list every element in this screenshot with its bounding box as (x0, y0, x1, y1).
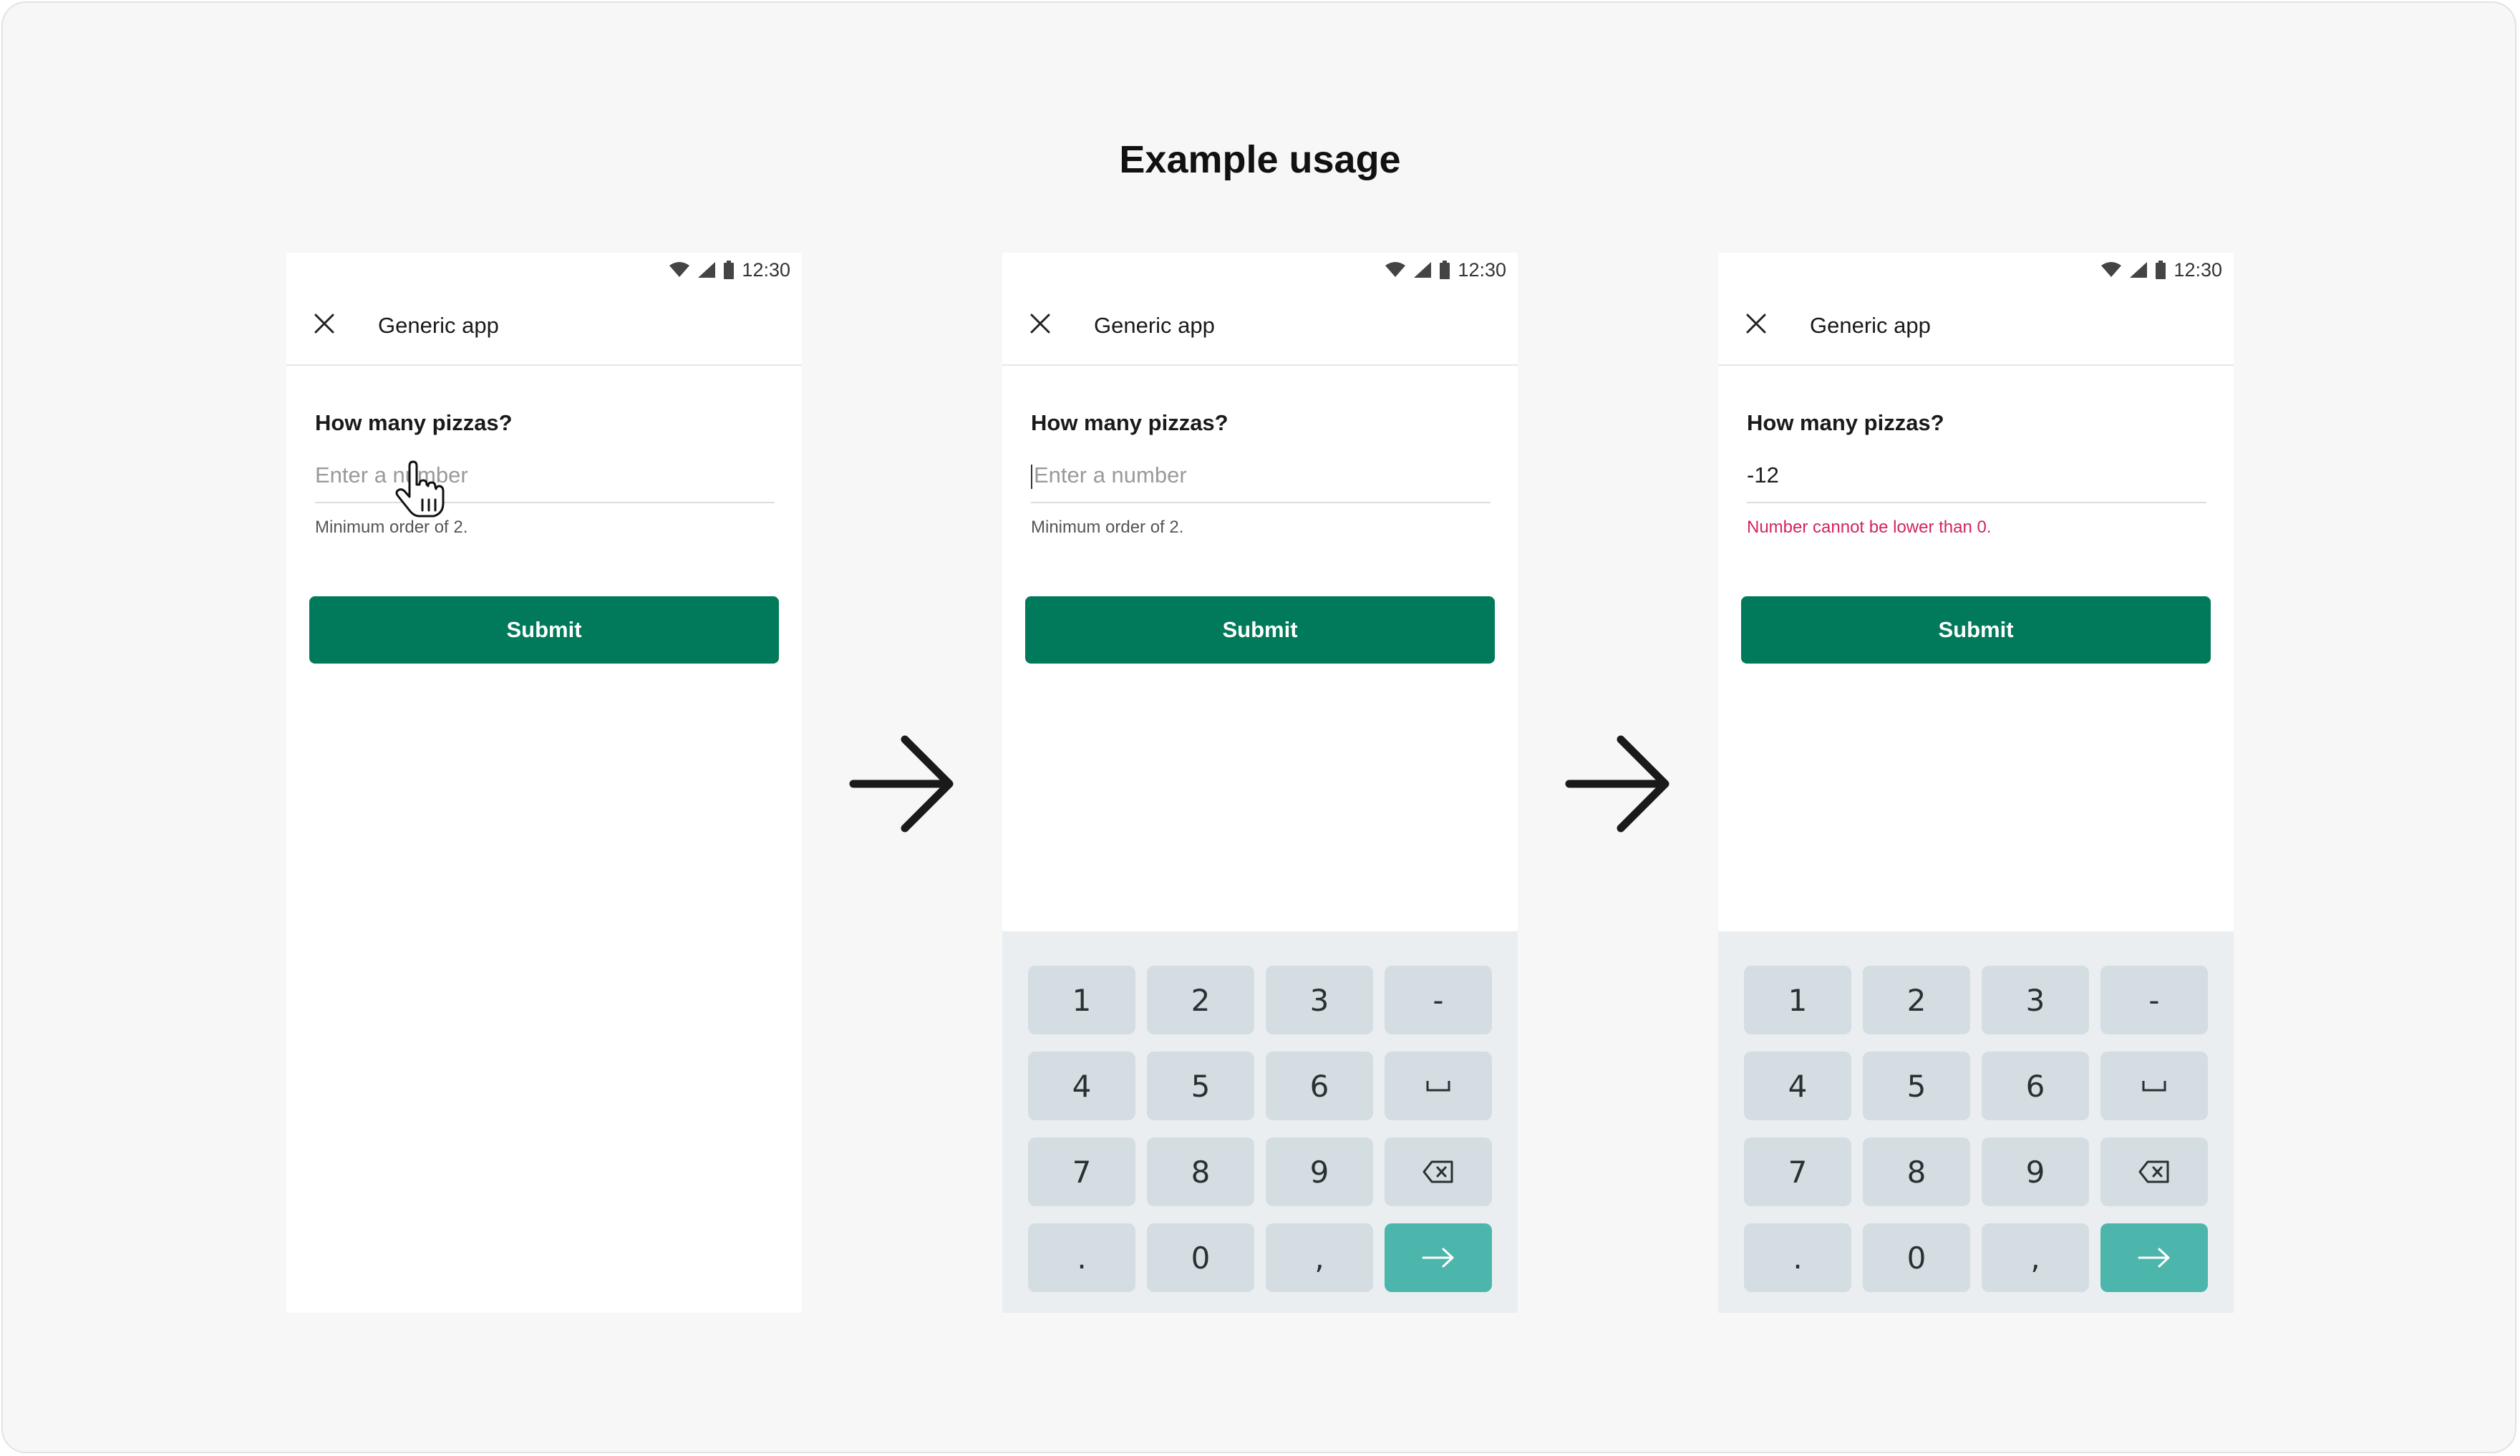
battery-icon (2156, 261, 2166, 279)
battery-icon (724, 261, 735, 279)
key-comma[interactable]: , (1266, 1223, 1373, 1292)
key-0[interactable]: 0 (1147, 1223, 1254, 1292)
app-title: Generic app (1810, 313, 1931, 338)
key-minus[interactable]: - (2100, 966, 2208, 1034)
key-5[interactable]: 5 (1863, 1052, 1970, 1120)
phone-screen-2: 12:30 Generic app How many pizzas? Enter… (1002, 253, 1518, 1313)
space-icon (1426, 1081, 1450, 1092)
helper-text: Minimum order of 2. (315, 518, 468, 537)
key-1[interactable]: 1 (1028, 966, 1135, 1034)
key-3[interactable]: 3 (1982, 966, 2089, 1034)
status-bar: 12:30 (286, 253, 802, 287)
key-minus[interactable]: - (1385, 966, 1492, 1034)
key-period[interactable]: . (1028, 1223, 1135, 1292)
status-bar: 12:30 (1718, 253, 2234, 287)
error-message: Number cannot be lower than 0. (1747, 518, 1992, 537)
arrow-right-icon (1565, 735, 1670, 833)
close-icon[interactable] (1745, 313, 1767, 334)
key-backspace[interactable] (2100, 1137, 2208, 1206)
helper-text: Minimum order of 2. (1031, 518, 1184, 537)
wifi-icon (669, 262, 690, 277)
key-7[interactable]: 7 (1744, 1137, 1851, 1206)
text-caret (1031, 464, 1032, 489)
app-bar: Generic app (1718, 287, 2234, 366)
key-space[interactable] (2100, 1052, 2208, 1120)
app-title: Generic app (378, 313, 499, 338)
app-bar: Generic app (286, 287, 802, 366)
question-label: How many pizzas? (1031, 410, 1228, 435)
number-input[interactable]: -12 (1747, 455, 2206, 503)
status-bar: 12:30 (1002, 253, 1518, 287)
key-4[interactable]: 4 (1744, 1052, 1851, 1120)
numeric-keypad: 1 2 3 - 4 5 6 7 8 9 . 0 , (1718, 931, 2234, 1313)
key-5[interactable]: 5 (1147, 1052, 1254, 1120)
wifi-icon (1385, 262, 1406, 277)
key-2[interactable]: 2 (1147, 966, 1254, 1034)
close-icon[interactable] (1029, 313, 1051, 334)
status-time: 12:30 (1458, 258, 1506, 281)
number-input[interactable]: Enter a number (1031, 455, 1491, 503)
submit-button[interactable]: Submit (309, 596, 779, 664)
hand-cursor-icon (395, 460, 445, 518)
space-icon (2142, 1081, 2166, 1092)
key-6[interactable]: 6 (1266, 1052, 1373, 1120)
page-title: Example usage (1119, 138, 1401, 181)
submit-button[interactable]: Submit (1741, 596, 2211, 664)
key-8[interactable]: 8 (1147, 1137, 1254, 1206)
status-time: 12:30 (742, 258, 790, 281)
signal-icon (2130, 262, 2148, 278)
key-period[interactable]: . (1744, 1223, 1851, 1292)
key-space[interactable] (1385, 1052, 1492, 1120)
key-2[interactable]: 2 (1863, 966, 1970, 1034)
input-placeholder: Enter a number (1034, 462, 1187, 487)
close-icon[interactable] (314, 313, 335, 334)
key-enter[interactable] (2100, 1223, 2208, 1292)
key-6[interactable]: 6 (1982, 1052, 2089, 1120)
signal-icon (698, 262, 716, 278)
key-9[interactable]: 9 (1982, 1137, 2089, 1206)
arrow-right-icon (2138, 1248, 2170, 1268)
app-bar: Generic app (1002, 287, 1518, 366)
key-backspace[interactable] (1385, 1137, 1492, 1206)
arrow-right-icon (849, 735, 954, 833)
signal-icon (1414, 262, 1432, 278)
key-3[interactable]: 3 (1266, 966, 1373, 1034)
arrow-right-icon (1422, 1248, 1454, 1268)
key-comma[interactable]: , (1982, 1223, 2089, 1292)
number-input[interactable]: Enter a number (315, 455, 775, 503)
key-7[interactable]: 7 (1028, 1137, 1135, 1206)
app-title: Generic app (1094, 313, 1215, 338)
numeric-keypad: 1 2 3 - 4 5 6 7 8 9 . 0 , (1002, 931, 1518, 1313)
key-4[interactable]: 4 (1028, 1052, 1135, 1120)
key-enter[interactable] (1385, 1223, 1492, 1292)
key-1[interactable]: 1 (1744, 966, 1851, 1034)
key-8[interactable]: 8 (1863, 1137, 1970, 1206)
question-label: How many pizzas? (315, 410, 513, 435)
backspace-icon (1423, 1160, 1453, 1183)
status-time: 12:30 (2174, 258, 2222, 281)
submit-button[interactable]: Submit (1025, 596, 1495, 664)
battery-icon (1440, 261, 1450, 279)
backspace-icon (2138, 1160, 2169, 1183)
key-0[interactable]: 0 (1863, 1223, 1970, 1292)
question-label: How many pizzas? (1747, 410, 1944, 435)
input-value: -12 (1747, 462, 1779, 487)
phone-screen-1: 12:30 Generic app How many pizzas? Enter… (286, 253, 802, 1313)
key-9[interactable]: 9 (1266, 1137, 1373, 1206)
phone-screen-3: 12:30 Generic app How many pizzas? -12 N… (1718, 253, 2234, 1313)
wifi-icon (2101, 262, 2122, 277)
